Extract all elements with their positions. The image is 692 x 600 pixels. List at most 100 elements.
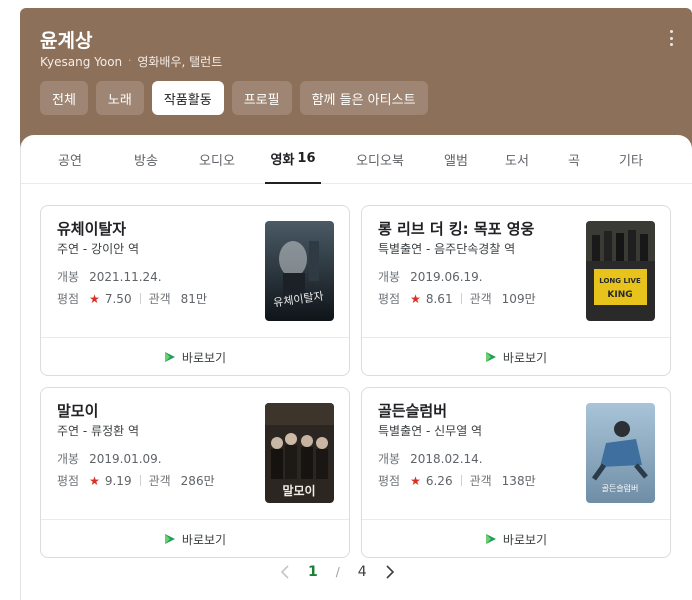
tab-label: 영화: [270, 153, 295, 168]
works-tabs: 공연 방송 오디오 영화 16 오디오북 앨범 도서 곡 기타: [21, 135, 692, 184]
movie-poster[interactable]: 유체이탈자: [265, 221, 334, 321]
separator-dot: ·: [128, 56, 132, 67]
movie-card[interactable]: 롱 리브 더 킹: 목포 영웅 특별출연 - 음주단속경찰 역 개봉 2019.…: [361, 205, 671, 376]
tab-etc[interactable]: 기타: [613, 135, 649, 184]
rating-value: 8.61: [425, 291, 453, 306]
watch-label: 바로보기: [181, 350, 227, 365]
more-options-icon[interactable]: [668, 30, 674, 46]
rating-value: 6.26: [425, 473, 453, 488]
rating-value: 9.19: [104, 473, 132, 488]
chip-all[interactable]: 전체: [40, 81, 88, 115]
play-icon: [164, 352, 175, 362]
chip-works[interactable]: 작품활동: [151, 81, 224, 115]
chevron-right-icon[interactable]: [385, 565, 395, 579]
movie-title[interactable]: 말모이: [57, 400, 98, 421]
audience-value: 81만: [180, 292, 207, 306]
rating-label: 평점: [378, 474, 401, 488]
total-pages: 4: [357, 564, 367, 580]
artist-name-en: Kyesang Yoon: [40, 54, 123, 69]
movie-poster[interactable]: 골든슬럼버: [586, 403, 655, 503]
movie-card[interactable]: 골든슬럼버 특별출연 - 신무열 역 개봉 2018.02.14. 평점 ★ 6…: [361, 387, 671, 558]
stats-row: 평점 ★ 7.50 관객 81만: [57, 290, 207, 307]
star-icon: ★: [89, 291, 100, 306]
audience-value: 138만: [501, 474, 536, 488]
chip-songs[interactable]: 노래: [95, 81, 144, 115]
rating-label: 평점: [57, 474, 80, 488]
pagination: 1 / 4: [280, 564, 395, 580]
release-row: 개봉 2018.02.14.: [378, 450, 483, 467]
play-icon: [164, 534, 175, 544]
audience-value: 109만: [501, 292, 536, 306]
tab-count: 16: [297, 151, 316, 166]
release-date: 2019.06.19.: [410, 269, 483, 284]
tab-label: 방송: [134, 154, 158, 169]
page-separator: /: [335, 565, 340, 579]
movie-title[interactable]: 유체이탈자: [57, 218, 126, 239]
divider: [460, 293, 462, 304]
tab-label: 기타: [619, 154, 643, 169]
tab-audio[interactable]: 오디오: [189, 135, 245, 184]
release-row: 개봉 2021.11.24.: [57, 268, 162, 285]
watch-now-button[interactable]: 바로보기: [41, 520, 349, 558]
watch-label: 바로보기: [181, 532, 227, 547]
tab-performance[interactable]: 공연: [45, 135, 95, 184]
chip-profile[interactable]: 프로필: [231, 81, 292, 115]
play-icon: [485, 352, 496, 362]
movie-poster[interactable]: LONG LIVE KING: [586, 221, 655, 321]
release-date: 2019.01.09.: [89, 451, 162, 466]
release-row: 개봉 2019.01.09.: [57, 450, 162, 467]
audience-label: 관객: [148, 474, 171, 488]
watch-now-button[interactable]: 바로보기: [362, 338, 670, 376]
tab-songs[interactable]: 곡: [561, 135, 587, 184]
tab-label: 앨범: [444, 154, 468, 169]
release-label: 개봉: [57, 270, 80, 284]
rating-label: 평점: [378, 292, 401, 306]
release-label: 개봉: [57, 452, 80, 466]
audience-value: 286만: [180, 474, 215, 488]
tab-label: 오디오북: [356, 154, 404, 169]
divider: [139, 475, 141, 486]
movie-role: 특별출연 - 음주단속경찰 역: [378, 242, 516, 256]
stats-row: 평점 ★ 9.19 관객 286만: [57, 472, 215, 489]
watch-label: 바로보기: [502, 532, 548, 547]
divider: [139, 293, 141, 304]
tab-movies[interactable]: 영화 16: [265, 135, 321, 184]
watch-now-button[interactable]: 바로보기: [41, 338, 349, 376]
movie-card[interactable]: 말모이 주연 - 류정환 역 개봉 2019.01.09. 평점 ★ 9.19 …: [40, 387, 350, 558]
stats-row: 평점 ★ 8.61 관객 109만: [378, 290, 536, 307]
movie-card[interactable]: 유체이탈자 주연 - 강이안 역 개봉 2021.11.24. 평점 ★ 7.5…: [40, 205, 350, 376]
release-label: 개봉: [378, 452, 401, 466]
audience-label: 관객: [148, 292, 171, 306]
svg-text:골든슬럼버: 골든슬럼버: [602, 483, 639, 493]
tab-album[interactable]: 앨범: [435, 135, 477, 184]
play-icon: [485, 534, 496, 544]
tab-label: 곡: [568, 154, 580, 169]
movie-title[interactable]: 롱 리브 더 킹: 목포 영웅: [378, 218, 534, 239]
movie-role: 주연 - 류정환 역: [57, 424, 140, 438]
chip-related-artists[interactable]: 함께 들은 아티스트: [299, 81, 428, 115]
audience-label: 관객: [469, 292, 492, 306]
star-icon: ★: [89, 473, 100, 488]
tab-audiobook[interactable]: 오디오북: [349, 135, 411, 184]
artist-name: 윤계상: [40, 30, 93, 52]
artist-subtitle: Kyesang Yoon · 영화배우, 탤런트: [40, 53, 222, 70]
movie-title[interactable]: 골든슬럼버: [378, 400, 447, 421]
release-date: 2021.11.24.: [89, 269, 162, 284]
category-chips: 전체 노래 작품활동 프로필 함께 들은 아티스트: [40, 81, 428, 115]
tab-label: 오디오: [199, 154, 235, 169]
rating-value: 7.50: [104, 291, 132, 306]
rating-label: 평점: [57, 292, 80, 306]
watch-now-button[interactable]: 바로보기: [362, 520, 670, 558]
tab-books[interactable]: 도서: [499, 135, 535, 184]
movie-poster[interactable]: 말모이: [265, 403, 334, 503]
stats-row: 평점 ★ 6.26 관객 138만: [378, 472, 536, 489]
movie-role: 특별출연 - 신무열 역: [378, 424, 483, 438]
svg-text:말모이: 말모이: [282, 483, 315, 498]
movie-role: 주연 - 강이안 역: [57, 242, 140, 256]
tab-broadcast[interactable]: 방송: [121, 135, 171, 184]
tab-label: 도서: [505, 154, 529, 169]
chevron-left-icon[interactable]: [280, 565, 290, 579]
release-row: 개봉 2019.06.19.: [378, 268, 483, 285]
release-label: 개봉: [378, 270, 401, 284]
svg-text:LONG LIVE: LONG LIVE: [599, 277, 641, 285]
